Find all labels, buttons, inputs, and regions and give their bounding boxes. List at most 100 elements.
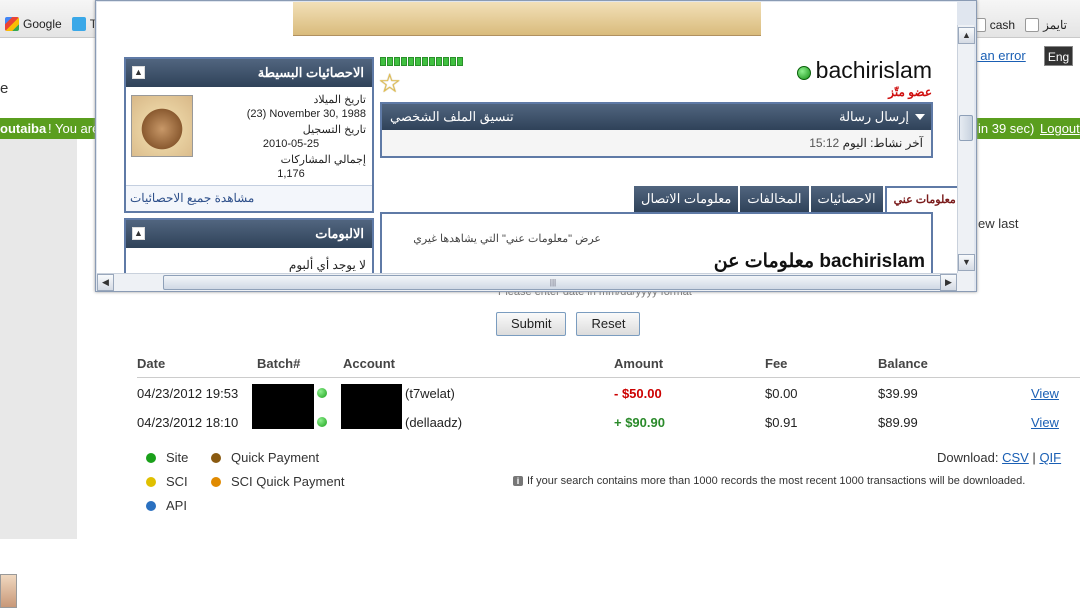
stats-panel: ▲ الاحصائيات البسيطة تاريخ الميلاد (23) …	[124, 57, 374, 213]
horizontal-scroll-thumb[interactable]: |||	[163, 275, 943, 290]
reputation-cell	[387, 57, 393, 66]
tab-contact-info[interactable]: معلومات الاتصال	[634, 186, 739, 212]
reputation-cell	[429, 57, 435, 66]
posts-label: إجمالي المشاركات	[280, 154, 366, 166]
download-note: i If your search contains more than 1000…	[513, 475, 1025, 487]
qif-link[interactable]: QIF	[1039, 450, 1061, 465]
download-separator: |	[1032, 450, 1036, 465]
username-label: outaiba	[0, 121, 47, 136]
tab-infractions[interactable]: المخالفات	[740, 186, 809, 212]
format-profile-link[interactable]: تنسيق الملف الشخصي	[390, 104, 514, 130]
stats-details: تاريخ الميلاد (23) November 30, 1988 تار…	[216, 93, 366, 181]
last-activity-time: 15:12	[809, 136, 840, 150]
left-gutter	[0, 139, 77, 539]
collapse-icon[interactable]: ▲	[132, 227, 145, 240]
reputation-cell	[436, 57, 442, 66]
row1-account: (t7welat)	[405, 386, 455, 401]
row2-site-dot	[317, 417, 327, 427]
scroll-down-icon[interactable]: ▼	[958, 254, 975, 271]
bookmark-label: cash	[989, 18, 1016, 32]
profile-actions-box: إرسال رسالة تنسيق الملف الشخصي آخر نشاط:…	[380, 102, 933, 158]
submit-button[interactable]: Submit	[496, 312, 567, 336]
row2-amount: + $90.90	[614, 415, 665, 430]
row1-account-redacted	[341, 384, 402, 429]
vertical-scroll-thumb[interactable]	[959, 115, 973, 141]
birth-label: تاريخ الميلاد	[313, 94, 367, 106]
reputation-cell	[443, 57, 449, 66]
site-dot-icon	[146, 452, 156, 463]
profile-actions-bar: إرسال رسالة تنسيق الملف الشخصي	[382, 104, 931, 130]
scroll-left-icon[interactable]: ◀	[97, 274, 114, 291]
row1-balance: $39.99	[878, 386, 918, 401]
legend-sci-quick-payment: SCI Quick Payment	[211, 474, 344, 489]
legend-site: Site	[146, 450, 188, 465]
forum-banner	[293, 2, 761, 36]
reputation-cell	[415, 57, 421, 66]
google-icon	[5, 17, 19, 31]
profile-username: bachirislam	[815, 57, 932, 83]
col-account[interactable]: Account	[343, 356, 395, 371]
edge-text: e	[0, 80, 9, 97]
view-all-stats-link[interactable]: مشاهدة جميع الاحصائيات	[126, 185, 372, 211]
rank-star-icon: ☆	[378, 68, 402, 98]
reg-label: تاريخ التسجيل	[302, 124, 366, 136]
quick-payment-dot-icon	[211, 452, 221, 463]
api-dot-icon	[146, 500, 156, 511]
download-note-text: If your search contains more than 1000 r…	[527, 475, 1026, 487]
send-message-label: إرسال رسالة	[839, 109, 909, 124]
col-amount[interactable]: Amount	[614, 356, 663, 371]
reputation-cell	[380, 57, 386, 66]
dropdown-icon	[915, 114, 925, 120]
reputation-cell	[450, 57, 456, 66]
info-icon: i	[513, 476, 523, 486]
session-timer: in 39 sec)	[978, 121, 1035, 136]
logout-link[interactable]: Logout	[1040, 118, 1080, 139]
legend-api-label: API	[166, 498, 187, 513]
col-date[interactable]: Date	[137, 356, 165, 371]
send-message-button[interactable]: إرسال رسالة	[839, 104, 925, 130]
albums-title: الالبومات	[315, 226, 364, 241]
scroll-up-icon[interactable]: ▲	[958, 27, 975, 44]
posts-value: 1,176	[277, 168, 305, 180]
reset-button[interactable]: Reset	[576, 312, 641, 336]
collapse-icon[interactable]: ▲	[132, 66, 145, 79]
tab-about-me[interactable]: معلومات عني	[884, 186, 957, 214]
csv-link[interactable]: CSV	[1002, 450, 1029, 465]
horizontal-scrollbar[interactable]: ◀ ||| ▶	[97, 273, 957, 291]
language-button[interactable]: Eng	[1044, 46, 1073, 66]
albums-empty-text: لا يوجد أي ألبوم	[288, 258, 366, 272]
legend-quick-payment: Quick Payment	[211, 450, 319, 465]
profile-popup-window: ▲ الاحصائيات البسيطة تاريخ الميلاد (23) …	[95, 0, 977, 292]
scroll-right-icon[interactable]: ▶	[940, 274, 957, 291]
download-row: Download: CSV | QIF	[937, 450, 1061, 465]
legend-site-label: Site	[166, 450, 189, 465]
profile-tabs: معلومات الاتصال المخالفات الاحصائيات معل…	[634, 186, 957, 214]
screen: GoogleTwit l LiveImagesGoogleTwitterالخب…	[0, 0, 1080, 608]
stats-panel-header: ▲ الاحصائيات البسيطة	[126, 59, 372, 87]
bookmark-left_items-0[interactable]: Google	[0, 17, 67, 31]
row2-view-link[interactable]: View	[1031, 415, 1059, 430]
tab-statistics[interactable]: الاحصائيات	[810, 186, 883, 212]
about-title: معلومات عن bachirislam	[713, 251, 925, 272]
reputation-cell	[422, 57, 428, 66]
last-activity: آخر نشاط: اليوم 15:12	[809, 136, 923, 150]
report-error-link[interactable]: t an error	[973, 48, 1026, 63]
stats-title: الاحصائيات البسيطة	[257, 65, 364, 80]
col-batch[interactable]: Batch#	[257, 356, 300, 371]
bookmark-far_right-1[interactable]: تايمز	[1020, 18, 1072, 32]
row1-date: 04/23/2012 19:53	[137, 386, 239, 401]
row2-fee: $0.91	[765, 415, 798, 430]
sci-quick-payment-dot-icon	[211, 476, 221, 487]
legend-quick-payment-label: Quick Payment	[231, 450, 320, 465]
view-last-label: ew last	[978, 216, 1019, 231]
row1-view-link[interactable]: View	[1031, 386, 1059, 401]
reputation-cell	[457, 57, 463, 66]
col-fee[interactable]: Fee	[765, 356, 787, 371]
row2-date: 04/23/2012 18:10	[137, 415, 239, 430]
vertical-scrollbar[interactable]: ▲ ▼	[957, 25, 975, 273]
bookmark-label: Google	[23, 17, 62, 31]
legend-sci-label: SCI	[166, 474, 188, 489]
download-label: Download:	[937, 450, 999, 465]
col-balance[interactable]: Balance	[878, 356, 928, 371]
popup-content: ▲ الاحصائيات البسيطة تاريخ الميلاد (23) …	[97, 2, 957, 273]
